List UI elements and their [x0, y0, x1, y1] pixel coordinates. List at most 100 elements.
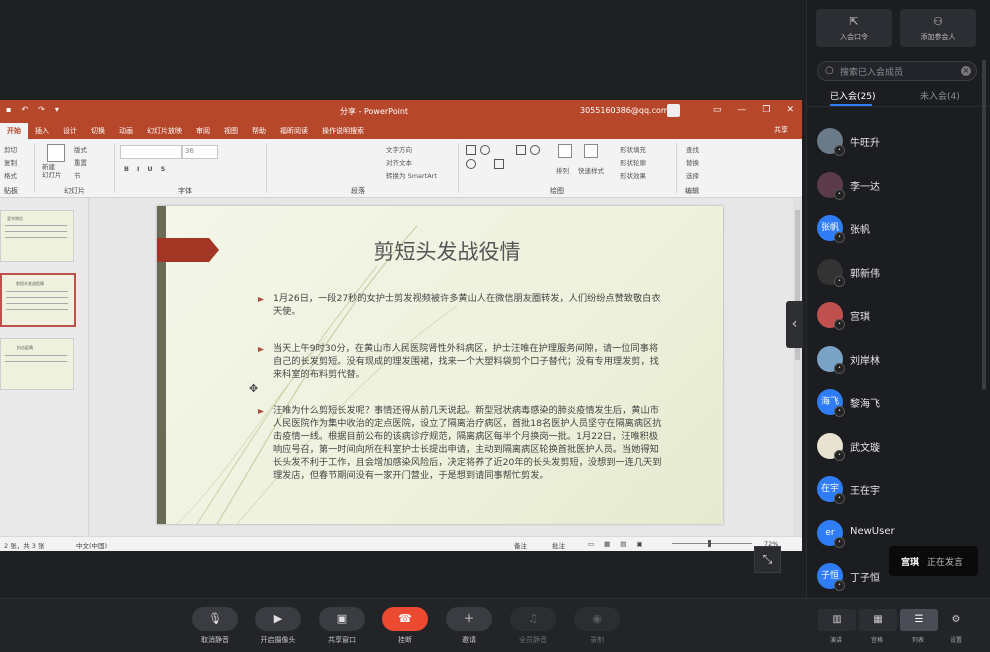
- align-text-button[interactable]: 对齐文本: [386, 157, 412, 167]
- layout-button[interactable]: 版式: [74, 144, 87, 154]
- rect2-shape-icon[interactable]: [516, 145, 526, 155]
- hangup-button[interactable]: ☎ 挂断: [382, 607, 428, 645]
- camera-button[interactable]: ▶ 开启摄像头: [255, 607, 301, 645]
- section-button[interactable]: 节: [74, 170, 81, 180]
- rect-shape-icon[interactable]: [466, 145, 476, 155]
- text-direction-button[interactable]: 文字方向: [386, 144, 412, 154]
- member-item[interactable]: 张帆 • 张帆: [817, 215, 987, 245]
- comments-button[interactable]: 批注: [552, 540, 565, 550]
- member-item[interactable]: er • NewUser: [817, 519, 987, 550]
- slide-title[interactable]: 剪短头发战役情: [357, 236, 537, 266]
- list-view-icon[interactable]: ☰: [900, 609, 938, 631]
- member-item[interactable]: • 刘岸林: [817, 345, 987, 376]
- clear-search-icon[interactable]: ×: [961, 66, 971, 76]
- meeting-password-button[interactable]: ⇱ 入会口令: [816, 9, 892, 47]
- member-item[interactable]: • 李一达: [817, 171, 987, 202]
- tab-transitions[interactable]: 切换: [84, 123, 112, 139]
- arrange-icon[interactable]: [558, 144, 572, 158]
- mute-all-button[interactable]: ♫ 全员静音: [510, 607, 556, 645]
- grid-view-icon[interactable]: ▦: [859, 609, 897, 631]
- copy-button[interactable]: 复制: [4, 157, 17, 167]
- member-item[interactable]: • 郭新伟: [817, 258, 987, 289]
- speaker-view-icon[interactable]: ▥: [818, 609, 856, 631]
- oval-shape-icon[interactable]: [480, 145, 490, 155]
- quick-styles-button[interactable]: 快速样式: [578, 165, 604, 175]
- thumbnail-slide-3[interactable]: 抗击疫情: [0, 338, 74, 390]
- arrange-button[interactable]: 排列: [556, 165, 569, 175]
- tab-review[interactable]: 审阅: [189, 123, 217, 139]
- language-indicator[interactable]: 中文(中国): [76, 540, 107, 550]
- member-item[interactable]: • 宫琪: [817, 302, 987, 332]
- tab-design[interactable]: 设计: [56, 123, 84, 139]
- font-size-combo[interactable]: 36: [182, 145, 218, 159]
- record-button[interactable]: ◉ 录制: [574, 607, 620, 645]
- new-slide-icon[interactable]: [47, 144, 65, 162]
- shape-outline-button[interactable]: 形状轮廓: [620, 157, 646, 167]
- tab-view[interactable]: 视图: [217, 123, 245, 139]
- shape-fill-button[interactable]: 形状填充: [620, 144, 646, 154]
- current-slide[interactable]: 剪短头发战役情 1月26日，一段27秒的女护士剪发视频被许多黄山人在微信朋友圈转…: [157, 206, 723, 524]
- square-shape-icon[interactable]: [494, 159, 504, 169]
- account-email[interactable]: 3055160386@qq.com: [580, 106, 669, 115]
- restore-icon[interactable]: ❐: [762, 105, 770, 115]
- save-icon[interactable]: ▪: [6, 105, 11, 114]
- find-button[interactable]: 查找: [686, 144, 699, 154]
- collapse-panel-icon[interactable]: ‹: [786, 301, 803, 348]
- reset-button[interactable]: 重置: [74, 157, 87, 167]
- member-item[interactable]: • 武文璇: [817, 432, 987, 463]
- new-slide-button[interactable]: 新建 幻灯片: [42, 163, 62, 179]
- tab-slideshow[interactable]: 幻灯片放映: [140, 123, 189, 139]
- slide-paragraph-3[interactable]: 汪唯为什么剪短长发呢？事情还得从前几天说起。新型冠状病毒感染的肺炎疫情发生后，黄…: [273, 404, 665, 482]
- cut-button[interactable]: 剪切: [4, 144, 17, 154]
- undo-icon[interactable]: ↶: [21, 105, 28, 114]
- tab-insert[interactable]: 插入: [28, 123, 56, 139]
- tab-joined[interactable]: 已入会(25): [830, 89, 875, 102]
- minimize-icon[interactable]: —: [737, 105, 746, 115]
- invite-button[interactable]: ＋ 邀请: [446, 607, 492, 645]
- mic-button[interactable]: 🎙 取消静音: [192, 607, 238, 645]
- customize-icon[interactable]: ▾: [55, 105, 59, 114]
- tell-me-search[interactable]: 操作说明搜索: [315, 123, 371, 139]
- thumbnail-slide-1[interactable]: 坚守岗位: [0, 210, 74, 262]
- zoom-knob[interactable]: [708, 540, 711, 547]
- member-name: 李一达: [850, 181, 880, 193]
- view-buttons[interactable]: ▭▦▤▣: [588, 540, 653, 548]
- fullscreen-icon[interactable]: ⤡: [754, 546, 781, 573]
- close-icon[interactable]: ✕: [786, 105, 794, 115]
- shape-effect-button[interactable]: 形状效果: [620, 170, 646, 180]
- account-avatar[interactable]: [667, 104, 680, 117]
- mic-muted-icon: •: [834, 580, 845, 591]
- editor-scrollbar[interactable]: [793, 198, 802, 536]
- thumbnail-slide-2[interactable]: 剪短头发战役情: [0, 273, 76, 327]
- font-name-combo[interactable]: [120, 145, 182, 159]
- font-style-buttons[interactable]: BIUS: [124, 165, 173, 173]
- redo-icon[interactable]: ↷: [38, 105, 45, 114]
- zoom-slider[interactable]: [672, 543, 752, 544]
- member-item[interactable]: 在宇 • 王在宇: [817, 476, 987, 506]
- tab-home[interactable]: 开始: [0, 123, 28, 139]
- ribbon-display-icon[interactable]: ▭: [713, 105, 722, 115]
- tab-not-joined[interactable]: 未入会(4): [920, 89, 960, 102]
- member-item[interactable]: • 牛旺升: [817, 128, 987, 158]
- slide-paragraph-1[interactable]: 1月26日，一段27秒的女护士剪发视频被许多黄山人在微信朋友圈转发，人们纷纷点赞…: [273, 292, 665, 318]
- smartart-button[interactable]: 转换为 SmartArt: [386, 170, 437, 180]
- gear-icon[interactable]: ⚙: [944, 609, 968, 631]
- member-search-input[interactable]: ○ 搜索已入会成员 ×: [817, 61, 977, 81]
- replace-button[interactable]: 替换: [686, 157, 699, 167]
- oval2-shape-icon[interactable]: [530, 145, 540, 155]
- tab-animations[interactable]: 动画: [112, 123, 140, 139]
- member-item[interactable]: 海飞 • 黎海飞: [817, 389, 987, 419]
- notes-button[interactable]: 备注: [514, 540, 527, 550]
- tab-foxit[interactable]: 福昕阅读: [273, 123, 315, 139]
- member-list-scrollbar[interactable]: [982, 60, 986, 390]
- share-button[interactable]: 共享: [774, 125, 788, 135]
- quick-styles-icon[interactable]: [584, 144, 598, 158]
- tab-help[interactable]: 帮助: [245, 123, 273, 139]
- add-participant-button[interactable]: ⚇ 添加参会人: [900, 9, 976, 47]
- format-painter-button[interactable]: 格式: [4, 170, 17, 180]
- screen-share-button[interactable]: ▣ 共享窗口: [319, 607, 365, 645]
- slide-paragraph-2[interactable]: 当天上午9时30分，在黄山市人民医院肾性外科病区，护士汪唯在护理服务间隙，请一位…: [273, 342, 665, 381]
- circle-shape-icon[interactable]: [466, 159, 476, 169]
- view-label: 列表: [912, 637, 925, 644]
- select-button[interactable]: 选择: [686, 170, 699, 180]
